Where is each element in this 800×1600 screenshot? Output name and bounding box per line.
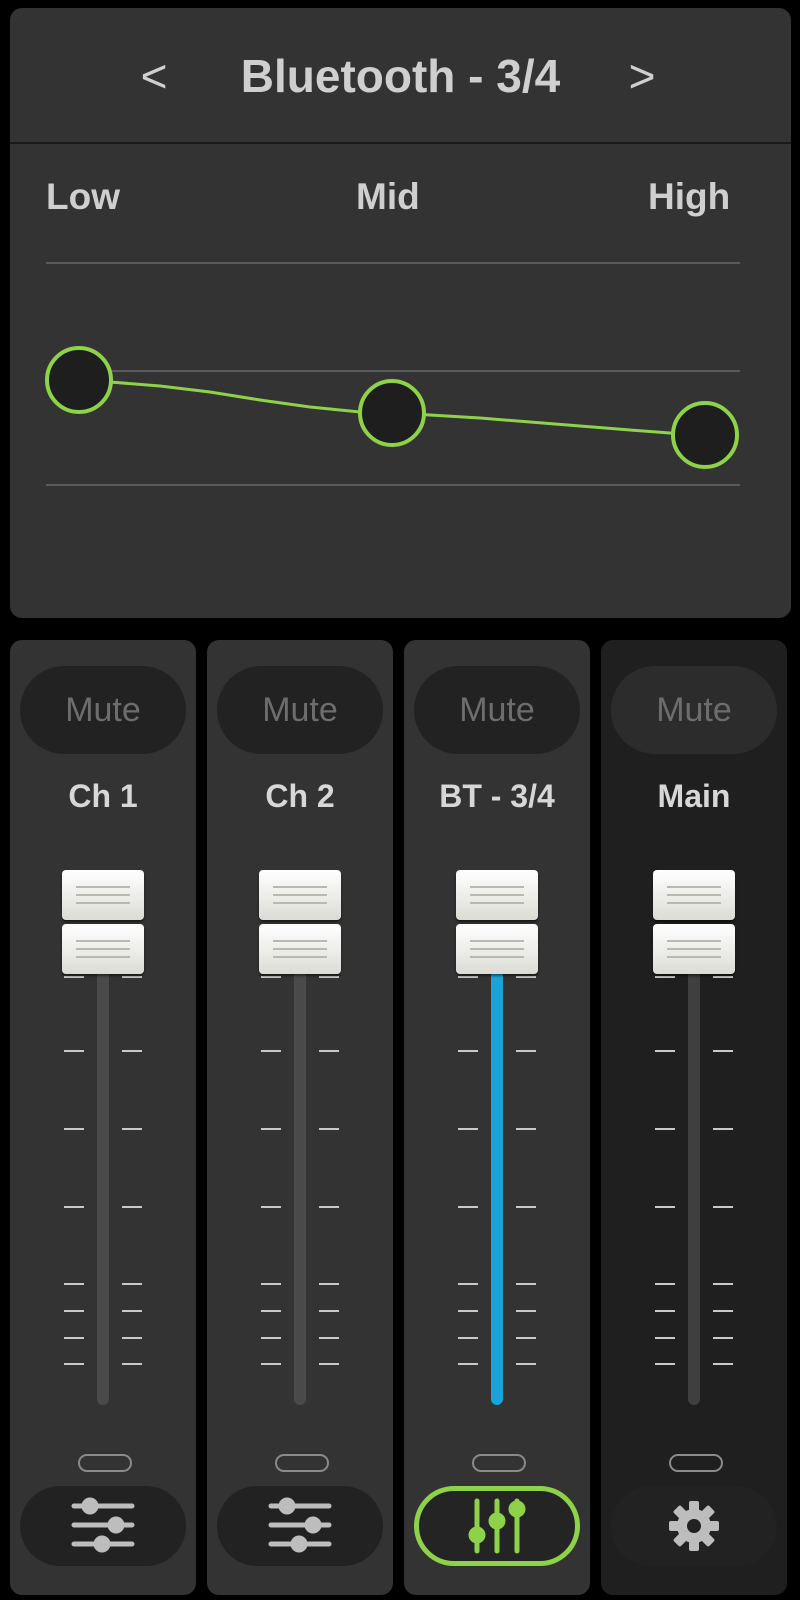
fader-scale-tick [122,1050,142,1052]
fader-scale-tick [261,1128,281,1130]
gear-icon [669,1501,719,1551]
fader-handle[interactable] [653,870,735,978]
fader-scale-tick [516,1337,536,1339]
fader-track[interactable] [688,970,700,1405]
fader-scale-tick [713,1310,733,1312]
settings-button[interactable] [611,1486,777,1566]
mute-button[interactable]: Mute [414,666,580,754]
mute-button[interactable]: Mute [217,666,383,754]
channel-strip-ch1: Mute Ch 1 [10,640,196,1595]
fader-scale-tick [516,1206,536,1208]
channel-name: Main [657,778,731,814]
fader-scale-tick [713,1337,733,1339]
channel-eq-button-active[interactable] [414,1486,580,1566]
fader-scale-tick [261,1337,281,1339]
fader-scale-tick [319,1206,339,1208]
link-toggle[interactable] [669,1454,723,1472]
fader-scale-tick [319,1128,339,1130]
link-toggle[interactable] [78,1454,132,1472]
fader-scale-tick [516,1363,536,1365]
channel-name: Ch 2 [265,778,335,814]
fader-scale-tick [64,1206,84,1208]
fader-scale-tick [458,1206,478,1208]
link-toggle[interactable] [472,1454,526,1472]
fader-track[interactable] [97,970,109,1405]
fader-scale-tick [713,1283,733,1285]
channel-strip-ch2: Mute Ch 2 [207,640,393,1595]
fader-scale-tick [64,1283,84,1285]
fader-scale-tick [655,1206,675,1208]
fader-scale-tick [122,1363,142,1365]
eq-node-high[interactable] [671,401,739,469]
fader-scale-tick [319,1337,339,1339]
fader-scale-tick [713,1050,733,1052]
fader-scale-tick [261,1283,281,1285]
fader-scale-tick [261,1206,281,1208]
fader-scale-tick [458,1128,478,1130]
fader-scale-tick [458,1310,478,1312]
fader-scale-tick [64,1363,84,1365]
channel-eq-button[interactable] [217,1486,383,1566]
eq-node-mid[interactable] [358,379,426,447]
fader-scale-tick [64,1337,84,1339]
fader-scale-tick [516,1283,536,1285]
fader-scale-tick [458,1337,478,1339]
channel-name: Ch 1 [68,778,138,814]
fader-scale-tick [319,1363,339,1365]
fader-scale-tick [64,1310,84,1312]
fader-scale-tick [319,1310,339,1312]
fader-scale-tick [122,1206,142,1208]
eq-node-low[interactable] [45,346,113,414]
fader-handle[interactable] [456,870,538,978]
link-toggle[interactable] [275,1454,329,1472]
fader-scale-tick [261,1050,281,1052]
fader-scale-tick [516,1050,536,1052]
fader-scale-tick [655,1363,675,1365]
fader-scale-tick [516,1128,536,1130]
eq-sliders-icon [71,1497,135,1553]
mute-button[interactable]: Mute [611,666,777,754]
fader-scale-tick [64,1050,84,1052]
fader-scale-tick [655,1337,675,1339]
fader-scale-tick [64,1128,84,1130]
fader-track[interactable] [294,970,306,1405]
fader-handle[interactable] [62,870,144,978]
fader-scale-tick [713,1128,733,1130]
fader-scale-tick [655,1128,675,1130]
fader-scale-tick [458,1050,478,1052]
channel-strip-main: Mute Main [601,640,787,1595]
fader-track[interactable] [491,970,503,1405]
fader-scale-tick [319,1283,339,1285]
vertical-sliders-icon [468,1498,526,1554]
fader-scale-tick [655,1283,675,1285]
fader-scale-tick [655,1050,675,1052]
eq-sliders-icon [268,1497,332,1553]
channel-strip-bt: Mute BT - 3/4 [404,640,590,1595]
fader-scale-tick [122,1128,142,1130]
fader-scale-tick [458,1283,478,1285]
eq-panel: < Bluetooth - 3/4 > Low Mid High [10,8,791,618]
fader-scale-tick [261,1310,281,1312]
mute-button[interactable]: Mute [20,666,186,754]
fader-scale-tick [122,1283,142,1285]
fader-scale-tick [516,1310,536,1312]
fader-scale-tick [122,1310,142,1312]
fader-scale-tick [122,1337,142,1339]
eq-graph [45,262,740,486]
fader-scale-tick [319,1050,339,1052]
fader-scale-tick [713,1206,733,1208]
channel-eq-button[interactable] [20,1486,186,1566]
fader-handle[interactable] [259,870,341,978]
fader-scale-tick [261,1363,281,1365]
fader-scale-tick [655,1310,675,1312]
fader-scale-tick [458,1363,478,1365]
fader-scale-tick [713,1363,733,1365]
channel-name: BT - 3/4 [439,778,555,814]
